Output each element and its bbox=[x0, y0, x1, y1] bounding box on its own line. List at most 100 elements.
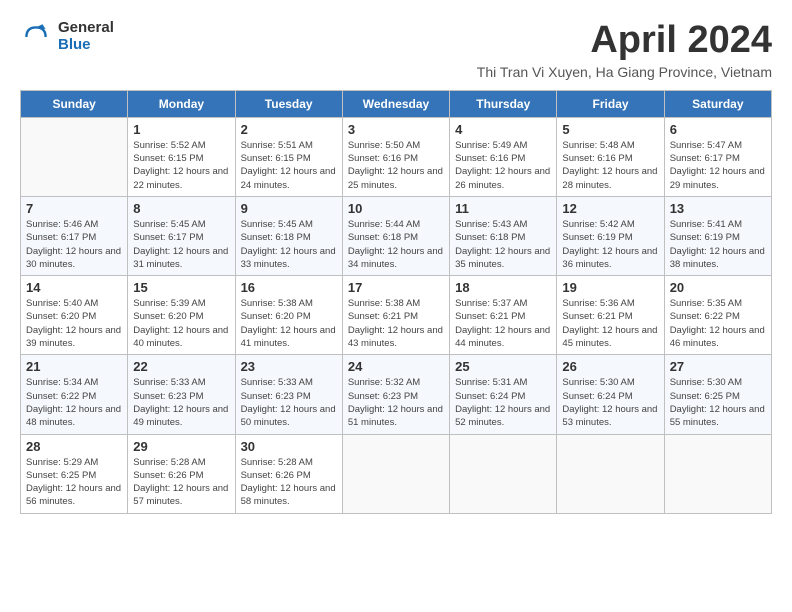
day-info: Sunrise: 5:46 AM Sunset: 6:17 PM Dayligh… bbox=[26, 218, 122, 271]
calendar-cell: 14Sunrise: 5:40 AM Sunset: 6:20 PM Dayli… bbox=[21, 276, 128, 355]
day-info: Sunrise: 5:45 AM Sunset: 6:17 PM Dayligh… bbox=[133, 218, 229, 271]
calendar-cell: 8 Sunrise: 5:45 AM Sunset: 6:17 PM Daylig… bbox=[128, 196, 235, 275]
day-info: Sunrise: 5:37 AM Sunset: 6:21 PM Dayligh… bbox=[455, 297, 551, 350]
calendar-cell: 15 Sunrise: 5:39 AM Sunset: 6:20 PM Dayli… bbox=[128, 276, 235, 355]
day-number: 18 bbox=[455, 280, 551, 295]
calendar: SundayMondayTuesdayWednesdayThursdayFrid… bbox=[20, 90, 772, 514]
calendar-cell: 16 Sunrise: 5:38 AM Sunset: 6:20 PM Dayli… bbox=[235, 276, 342, 355]
day-number: 27 bbox=[670, 359, 766, 374]
calendar-cell: 11 Sunrise: 5:43 AM Sunset: 6:18 PM Dayli… bbox=[450, 196, 557, 275]
logo: General Blue bbox=[20, 20, 114, 53]
day-number: 24 bbox=[348, 359, 444, 374]
calendar-cell: 5 Sunrise: 5:48 AM Sunset: 6:16 PM Daylig… bbox=[557, 117, 664, 196]
calendar-cell: 29Sunrise: 5:28 AM Sunset: 6:26 PM Dayli… bbox=[128, 434, 235, 513]
location: Thi Tran Vi Xuyen, Ha Giang Province, Vi… bbox=[477, 64, 772, 80]
day-number: 13 bbox=[670, 201, 766, 216]
calendar-cell: 18 Sunrise: 5:37 AM Sunset: 6:21 PM Dayli… bbox=[450, 276, 557, 355]
day-info: Sunrise: 5:28 AM Sunset: 6:26 PM Dayligh… bbox=[241, 456, 337, 509]
week-row-5: 28Sunrise: 5:29 AM Sunset: 6:25 PM Dayli… bbox=[21, 434, 772, 513]
weekday-header-saturday: Saturday bbox=[664, 90, 771, 117]
week-row-1: 1 Sunrise: 5:52 AM Sunset: 6:15 PM Daylig… bbox=[21, 117, 772, 196]
logo-icon bbox=[20, 21, 52, 53]
calendar-cell: 26Sunrise: 5:30 AM Sunset: 6:24 PM Dayli… bbox=[557, 355, 664, 434]
day-number: 16 bbox=[241, 280, 337, 295]
day-info: Sunrise: 5:41 AM Sunset: 6:19 PM Dayligh… bbox=[670, 218, 766, 271]
day-number: 21 bbox=[26, 359, 122, 374]
day-number: 8 bbox=[133, 201, 229, 216]
day-info: Sunrise: 5:45 AM Sunset: 6:18 PM Dayligh… bbox=[241, 218, 337, 271]
calendar-cell: 25 Sunrise: 5:31 AM Sunset: 6:24 PM Dayli… bbox=[450, 355, 557, 434]
day-number: 3 bbox=[348, 122, 444, 137]
day-number: 17 bbox=[348, 280, 444, 295]
day-info: Sunrise: 5:51 AM Sunset: 6:15 PM Dayligh… bbox=[241, 139, 337, 192]
weekday-header-monday: Monday bbox=[128, 90, 235, 117]
weekday-header-friday: Friday bbox=[557, 90, 664, 117]
calendar-cell: 27Sunrise: 5:30 AM Sunset: 6:25 PM Dayli… bbox=[664, 355, 771, 434]
weekday-header-thursday: Thursday bbox=[450, 90, 557, 117]
weekday-header-sunday: Sunday bbox=[21, 90, 128, 117]
day-number: 11 bbox=[455, 201, 551, 216]
calendar-cell: 7 Sunrise: 5:46 AM Sunset: 6:17 PM Daylig… bbox=[21, 196, 128, 275]
day-info: Sunrise: 5:50 AM Sunset: 6:16 PM Dayligh… bbox=[348, 139, 444, 192]
day-info: Sunrise: 5:31 AM Sunset: 6:24 PM Dayligh… bbox=[455, 376, 551, 429]
calendar-cell bbox=[21, 117, 128, 196]
day-info: Sunrise: 5:33 AM Sunset: 6:23 PM Dayligh… bbox=[241, 376, 337, 429]
calendar-cell: 22 Sunrise: 5:33 AM Sunset: 6:23 PM Dayli… bbox=[128, 355, 235, 434]
day-info: Sunrise: 5:38 AM Sunset: 6:21 PM Dayligh… bbox=[348, 297, 444, 350]
day-number: 25 bbox=[455, 359, 551, 374]
calendar-cell: 24Sunrise: 5:32 AM Sunset: 6:23 PM Dayli… bbox=[342, 355, 449, 434]
day-number: 22 bbox=[133, 359, 229, 374]
day-info: Sunrise: 5:34 AM Sunset: 6:22 PM Dayligh… bbox=[26, 376, 122, 429]
day-number: 5 bbox=[562, 122, 658, 137]
calendar-cell: 12Sunrise: 5:42 AM Sunset: 6:19 PM Dayli… bbox=[557, 196, 664, 275]
day-info: Sunrise: 5:30 AM Sunset: 6:24 PM Dayligh… bbox=[562, 376, 658, 429]
day-info: Sunrise: 5:38 AM Sunset: 6:20 PM Dayligh… bbox=[241, 297, 337, 350]
week-row-2: 7 Sunrise: 5:46 AM Sunset: 6:17 PM Daylig… bbox=[21, 196, 772, 275]
day-number: 10 bbox=[348, 201, 444, 216]
day-info: Sunrise: 5:29 AM Sunset: 6:25 PM Dayligh… bbox=[26, 456, 122, 509]
day-number: 23 bbox=[241, 359, 337, 374]
day-number: 2 bbox=[241, 122, 337, 137]
calendar-cell: 19 Sunrise: 5:36 AM Sunset: 6:21 PM Dayli… bbox=[557, 276, 664, 355]
day-number: 15 bbox=[133, 280, 229, 295]
day-info: Sunrise: 5:42 AM Sunset: 6:19 PM Dayligh… bbox=[562, 218, 658, 271]
day-info: Sunrise: 5:43 AM Sunset: 6:18 PM Dayligh… bbox=[455, 218, 551, 271]
day-info: Sunrise: 5:49 AM Sunset: 6:16 PM Dayligh… bbox=[455, 139, 551, 192]
day-info: Sunrise: 5:35 AM Sunset: 6:22 PM Dayligh… bbox=[670, 297, 766, 350]
calendar-cell: 10 Sunrise: 5:44 AM Sunset: 6:18 PM Dayli… bbox=[342, 196, 449, 275]
title-block: April 2024 Thi Tran Vi Xuyen, Ha Giang P… bbox=[477, 20, 772, 80]
day-info: Sunrise: 5:39 AM Sunset: 6:20 PM Dayligh… bbox=[133, 297, 229, 350]
day-number: 7 bbox=[26, 201, 122, 216]
calendar-cell: 23 Sunrise: 5:33 AM Sunset: 6:23 PM Dayli… bbox=[235, 355, 342, 434]
day-info: Sunrise: 5:52 AM Sunset: 6:15 PM Dayligh… bbox=[133, 139, 229, 192]
logo-blue: Blue bbox=[58, 37, 114, 54]
calendar-cell: 6Sunrise: 5:47 AM Sunset: 6:17 PM Daylig… bbox=[664, 117, 771, 196]
calendar-cell: 30Sunrise: 5:28 AM Sunset: 6:26 PM Dayli… bbox=[235, 434, 342, 513]
calendar-cell bbox=[450, 434, 557, 513]
day-info: Sunrise: 5:44 AM Sunset: 6:18 PM Dayligh… bbox=[348, 218, 444, 271]
day-number: 20 bbox=[670, 280, 766, 295]
day-info: Sunrise: 5:33 AM Sunset: 6:23 PM Dayligh… bbox=[133, 376, 229, 429]
day-number: 1 bbox=[133, 122, 229, 137]
calendar-cell bbox=[664, 434, 771, 513]
calendar-cell: 17 Sunrise: 5:38 AM Sunset: 6:21 PM Dayli… bbox=[342, 276, 449, 355]
week-row-3: 14Sunrise: 5:40 AM Sunset: 6:20 PM Dayli… bbox=[21, 276, 772, 355]
weekday-header-row: SundayMondayTuesdayWednesdayThursdayFrid… bbox=[21, 90, 772, 117]
day-number: 14 bbox=[26, 280, 122, 295]
calendar-cell: 4Sunrise: 5:49 AM Sunset: 6:16 PM Daylig… bbox=[450, 117, 557, 196]
day-info: Sunrise: 5:36 AM Sunset: 6:21 PM Dayligh… bbox=[562, 297, 658, 350]
day-number: 9 bbox=[241, 201, 337, 216]
day-info: Sunrise: 5:28 AM Sunset: 6:26 PM Dayligh… bbox=[133, 456, 229, 509]
calendar-cell bbox=[557, 434, 664, 513]
day-info: Sunrise: 5:48 AM Sunset: 6:16 PM Dayligh… bbox=[562, 139, 658, 192]
week-row-4: 21 Sunrise: 5:34 AM Sunset: 6:22 PM Dayli… bbox=[21, 355, 772, 434]
logo-general: General bbox=[58, 20, 114, 37]
calendar-cell: 9 Sunrise: 5:45 AM Sunset: 6:18 PM Daylig… bbox=[235, 196, 342, 275]
calendar-cell: 28Sunrise: 5:29 AM Sunset: 6:25 PM Dayli… bbox=[21, 434, 128, 513]
logo-text: General Blue bbox=[58, 20, 114, 53]
page-header: General Blue April 2024 Thi Tran Vi Xuye… bbox=[20, 20, 772, 80]
calendar-cell: 21 Sunrise: 5:34 AM Sunset: 6:22 PM Dayli… bbox=[21, 355, 128, 434]
calendar-cell: 20 Sunrise: 5:35 AM Sunset: 6:22 PM Dayli… bbox=[664, 276, 771, 355]
day-number: 19 bbox=[562, 280, 658, 295]
calendar-cell bbox=[342, 434, 449, 513]
